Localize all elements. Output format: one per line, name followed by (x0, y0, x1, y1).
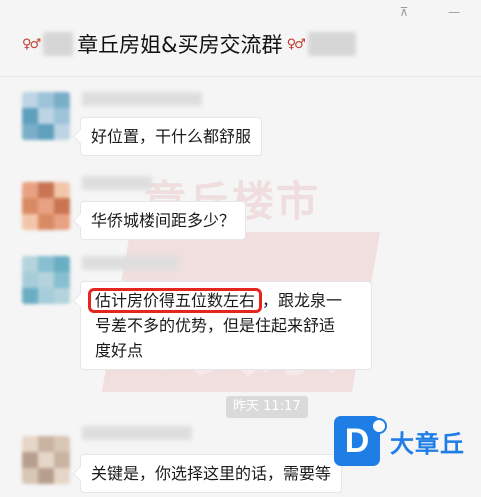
avatar-mosaic-cell (54, 272, 70, 288)
message-bubble[interactable]: 好位置，干什么都舒服 (80, 117, 263, 156)
avatar-mosaic-cell (38, 272, 54, 288)
avatar-mosaic-cell (54, 198, 70, 214)
avatar-mosaic-cell (22, 182, 38, 198)
avatar-mosaic-cell (54, 214, 70, 230)
sender-name-redacted (82, 92, 202, 106)
brand-name: 大章丘 (390, 429, 465, 458)
avatar-mosaic-cell (38, 214, 54, 230)
avatar-mosaic-cell (54, 288, 70, 304)
message-text: ，跟龙泉一 (262, 291, 343, 310)
message-text: 关键是，你选择这里的话，需要等 (91, 464, 332, 483)
avatar-mosaic-cell (22, 198, 38, 214)
avatar-mosaic-cell (38, 92, 54, 108)
avatar-mosaic-cell (54, 108, 70, 124)
avatar[interactable] (22, 256, 70, 304)
people-emoji-icon: ♀♂ (22, 36, 41, 52)
redacted-prefix (43, 32, 74, 56)
avatar-mosaic-cell (22, 256, 38, 272)
avatar-mosaic-cell (54, 436, 70, 452)
sender-name-redacted (82, 426, 192, 440)
message-text: 好位置，干什么都舒服 (91, 127, 252, 146)
message-bubble[interactable]: 关键是，你选择这里的话，需要等 (80, 454, 343, 493)
avatar-mosaic-cell (54, 124, 70, 140)
message-text: 号差不多的优势，但是住起来舒适 (95, 316, 336, 335)
avatar-mosaic-cell (38, 256, 54, 272)
avatar-mosaic-cell (54, 256, 70, 272)
avatar-mosaic-cell (38, 182, 54, 198)
avatar-mosaic-cell (22, 214, 38, 230)
avatar[interactable] (22, 182, 70, 230)
minimize-icon[interactable]: — (446, 6, 462, 18)
logo-letter: D (344, 421, 370, 460)
timestamp-badge: 昨天 11:17 (226, 396, 308, 418)
message-text: 度好点 (95, 341, 144, 360)
avatar[interactable] (22, 92, 70, 140)
avatar-mosaic-cell (38, 436, 54, 452)
avatar-mosaic-cell (54, 182, 70, 198)
chat-header: ⊼ — ♀♂ 章丘房姐&买房交流群 ♀♂ (0, 0, 481, 76)
group-name: 章丘房姐&买房交流群 (77, 33, 283, 57)
avatar-mosaic-cell (22, 108, 38, 124)
avatar-mosaic-cell (22, 288, 38, 304)
sender-name-redacted (82, 256, 178, 270)
avatar-mosaic-cell (22, 452, 38, 468)
chat-bubble-icon (371, 418, 387, 434)
redacted-suffix (307, 32, 356, 56)
avatar-mosaic-cell (38, 288, 54, 304)
avatar-mosaic-cell (22, 436, 38, 452)
avatar[interactable] (22, 436, 70, 484)
highlighted-text: 估计房价得五位数左右 (88, 288, 263, 313)
avatar-mosaic-cell (54, 468, 70, 484)
header-divider (0, 76, 481, 77)
avatar-mosaic-cell (38, 108, 54, 124)
avatar-mosaic-cell (38, 198, 54, 214)
logo-mark: D (334, 416, 387, 466)
avatar-mosaic-cell (54, 92, 70, 108)
message-bubble[interactable]: 华侨城楼间距多少？ (80, 201, 247, 240)
message-bubble[interactable]: 估计房价得五位数左右 ，跟龙泉一 号差不多的优势，但是住起来舒适 度好点 (80, 281, 372, 370)
avatar-mosaic-cell (38, 468, 54, 484)
brand-logo: D 大章丘 (334, 416, 465, 466)
chat-title[interactable]: ♀♂ 章丘房姐&买房交流群 ♀♂ (22, 28, 356, 60)
avatar-mosaic-cell (22, 468, 38, 484)
avatar-mosaic-cell (22, 124, 38, 140)
avatar-mosaic-cell (38, 124, 54, 140)
people-emoji-icon: ♀♂ (286, 36, 306, 52)
message-text: 华侨城楼间距多少？ (91, 211, 236, 230)
sender-name-redacted (82, 176, 152, 190)
avatar-mosaic-cell (22, 272, 38, 288)
avatar-mosaic-cell (54, 452, 70, 468)
avatar-mosaic-cell (22, 92, 38, 108)
pin-icon[interactable]: ⊼ (396, 6, 412, 18)
avatar-mosaic-cell (38, 452, 54, 468)
